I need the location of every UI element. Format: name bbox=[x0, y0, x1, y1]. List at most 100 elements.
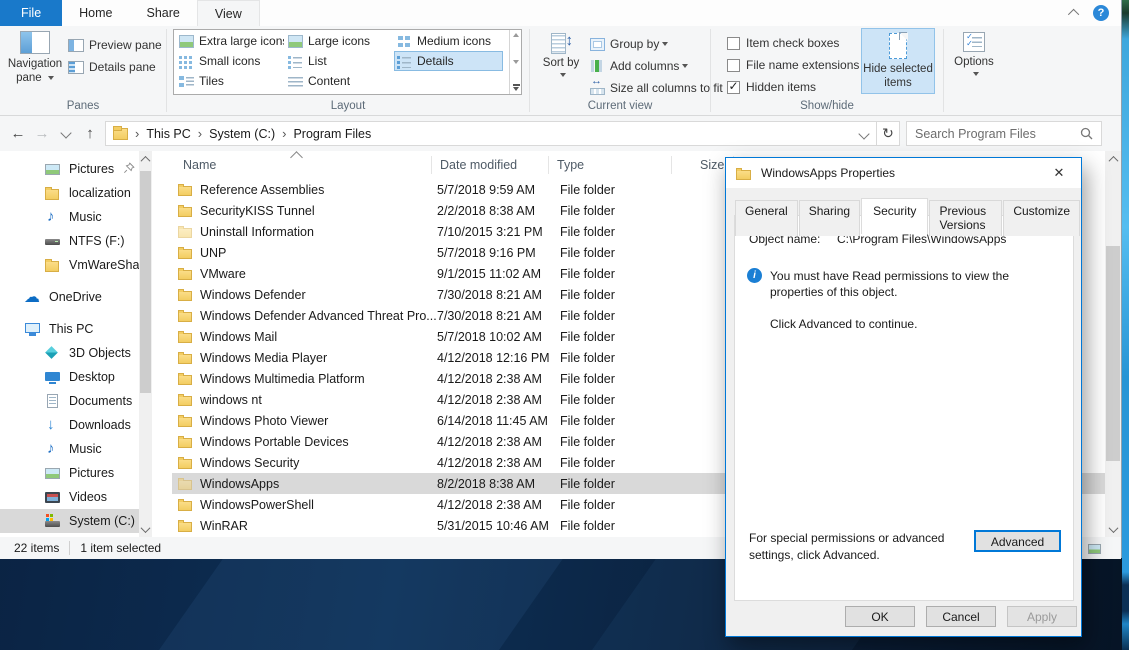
show-hide-checkbox[interactable]: File name extensions bbox=[727, 54, 859, 76]
sidebar-item[interactable]: Pictures bbox=[0, 157, 139, 181]
layout-option[interactable]: Medium icons bbox=[394, 31, 503, 51]
sidebar-item[interactable]: This PC bbox=[0, 317, 139, 341]
gallery-scroll-down-icon[interactable] bbox=[513, 60, 519, 64]
options-icon bbox=[963, 32, 985, 52]
navigation-pane-button[interactable]: Navigation pane bbox=[5, 29, 65, 95]
scrollbar-thumb[interactable] bbox=[1106, 246, 1120, 461]
sidebar-item-icon bbox=[44, 233, 62, 250]
preview-pane-button[interactable]: Preview pane bbox=[68, 34, 162, 56]
minimize-ribbon-icon[interactable] bbox=[1068, 9, 1079, 20]
dialog-tab[interactable]: Sharing bbox=[799, 200, 860, 236]
file-date-modified: 8/2/2018 8:38 AM bbox=[437, 477, 560, 491]
dialog-tab[interactable]: Security bbox=[861, 198, 928, 234]
gallery-scroll[interactable] bbox=[509, 30, 522, 94]
sort-by-button[interactable]: Sort by bbox=[540, 30, 582, 94]
sidebar-item[interactable]: localization bbox=[0, 181, 139, 205]
forward-button[interactable]: → bbox=[31, 122, 53, 144]
checkbox-icon[interactable] bbox=[727, 59, 740, 72]
checkbox-icon[interactable] bbox=[727, 37, 740, 50]
file-type: File folder bbox=[560, 351, 680, 365]
refresh-button[interactable]: ↻ bbox=[877, 121, 900, 146]
folder-icon bbox=[178, 308, 194, 323]
ribbon-tab[interactable]: File bbox=[0, 0, 62, 26]
folder-icon bbox=[178, 224, 194, 239]
address-dropdown-icon[interactable] bbox=[858, 128, 869, 139]
breadcrumb-segment[interactable]: Program Files bbox=[293, 127, 371, 141]
gallery-scroll-up-icon[interactable] bbox=[513, 33, 519, 37]
layout-option[interactable]: Tiles bbox=[176, 71, 285, 91]
column-header-date-modified[interactable]: Date modified bbox=[432, 156, 549, 174]
file-date-modified: 4/12/2018 2:38 AM bbox=[437, 498, 560, 512]
sidebar-item[interactable]: 3D Objects bbox=[0, 341, 139, 365]
sidebar-item[interactable]: Desktop bbox=[0, 365, 139, 389]
details-pane-button[interactable]: Details pane bbox=[68, 56, 162, 78]
breadcrumb-segment[interactable]: This PC bbox=[146, 127, 190, 141]
search-icon[interactable] bbox=[1080, 127, 1093, 140]
scroll-up-icon[interactable] bbox=[139, 151, 152, 167]
column-header-type[interactable]: Type bbox=[549, 156, 672, 174]
show-hide-checkbox[interactable]: Item check boxes bbox=[727, 32, 859, 54]
scroll-up-icon[interactable] bbox=[1105, 151, 1121, 167]
info-icon: i bbox=[747, 268, 762, 283]
sidebar-item[interactable]: Music bbox=[0, 205, 139, 229]
address-input[interactable]: ›This PC ›System (C:) ›Program Files bbox=[105, 121, 877, 146]
scroll-down-icon[interactable] bbox=[1105, 521, 1121, 537]
sort-by-label: Sort by bbox=[543, 57, 579, 69]
sidebar-item[interactable]: OneDrive bbox=[0, 285, 139, 309]
layout-option[interactable]: Details bbox=[394, 51, 503, 71]
cancel-button[interactable]: Cancel bbox=[926, 606, 996, 627]
ribbon-tab[interactable]: Home bbox=[62, 0, 129, 26]
close-icon[interactable]: ✕ bbox=[1043, 160, 1075, 186]
dialog-tab[interactable]: Previous Versions bbox=[929, 200, 1002, 236]
options-button[interactable]: Options bbox=[950, 30, 998, 94]
dialog-tab[interactable]: Customize bbox=[1003, 200, 1080, 236]
scrollbar-thumb[interactable] bbox=[140, 171, 151, 393]
click-advanced-text: Click Advanced to continue. bbox=[770, 317, 1073, 331]
sidebar-item[interactable]: Music bbox=[0, 437, 139, 461]
back-button[interactable]: ← bbox=[7, 122, 29, 144]
file-type: File folder bbox=[560, 183, 680, 197]
dialog-tab[interactable]: General bbox=[735, 200, 798, 236]
sidebar-item[interactable]: Documents bbox=[0, 389, 139, 413]
current-view-label: Size all columns to fit bbox=[610, 81, 723, 95]
sidebar-item[interactable]: Videos bbox=[0, 485, 139, 509]
hide-selected-items-label: Hide selected items bbox=[863, 63, 933, 89]
layout-option[interactable]: Large icons bbox=[285, 31, 394, 51]
gallery-more-icon[interactable] bbox=[513, 87, 519, 91]
layout-option[interactable]: Extra large icons bbox=[176, 31, 285, 51]
recent-locations-button[interactable] bbox=[55, 122, 77, 144]
layout-option[interactable]: Small icons bbox=[176, 51, 285, 71]
file-list-scrollbar[interactable] bbox=[1105, 151, 1121, 537]
current-view-icon bbox=[590, 82, 605, 95]
current-view-button[interactable]: Size all columns to fit bbox=[590, 77, 723, 99]
breadcrumb-segment[interactable]: System (C:) bbox=[209, 127, 275, 141]
sidebar-item[interactable]: NTFS (F:) bbox=[0, 229, 139, 253]
scroll-down-icon[interactable] bbox=[139, 521, 152, 537]
help-icon[interactable]: ? bbox=[1093, 5, 1109, 21]
up-button[interactable]: ↑ bbox=[79, 122, 101, 144]
thumbnail-view-toggle[interactable] bbox=[1085, 540, 1103, 556]
hide-selected-items-button[interactable]: Hide selected items bbox=[861, 28, 935, 94]
sidebar-item[interactable]: System (C:) bbox=[0, 509, 139, 533]
sidebar-item-label: Desktop bbox=[69, 370, 115, 384]
panes-group-label: Panes bbox=[0, 100, 166, 112]
advanced-button[interactable]: Advanced bbox=[974, 530, 1061, 552]
layout-option[interactable]: Content bbox=[285, 71, 394, 91]
sidebar-item[interactable]: Downloads bbox=[0, 413, 139, 437]
layout-option-label: Medium icons bbox=[417, 34, 491, 48]
layout-option[interactable]: List bbox=[285, 51, 394, 71]
ok-button[interactable]: OK bbox=[845, 606, 915, 627]
show-hide-checkbox[interactable]: Hidden items bbox=[727, 76, 859, 98]
checkbox-icon[interactable] bbox=[727, 81, 740, 94]
sidebar-item[interactable]: VmWareShare bbox=[0, 253, 139, 277]
sidebar-item[interactable]: Pictures bbox=[0, 461, 139, 485]
current-view-button[interactable]: Group by bbox=[590, 33, 723, 55]
ribbon-tab[interactable]: Share bbox=[130, 0, 197, 26]
ribbon-tab[interactable]: View bbox=[197, 0, 260, 26]
search-box[interactable] bbox=[906, 121, 1102, 146]
search-input[interactable] bbox=[907, 127, 1080, 141]
current-view-button[interactable]: Add columns bbox=[590, 55, 723, 77]
sidebar-scrollbar[interactable] bbox=[139, 151, 152, 537]
layout-option-label: Details bbox=[417, 54, 454, 68]
sidebar-item-label: Documents bbox=[69, 394, 132, 408]
